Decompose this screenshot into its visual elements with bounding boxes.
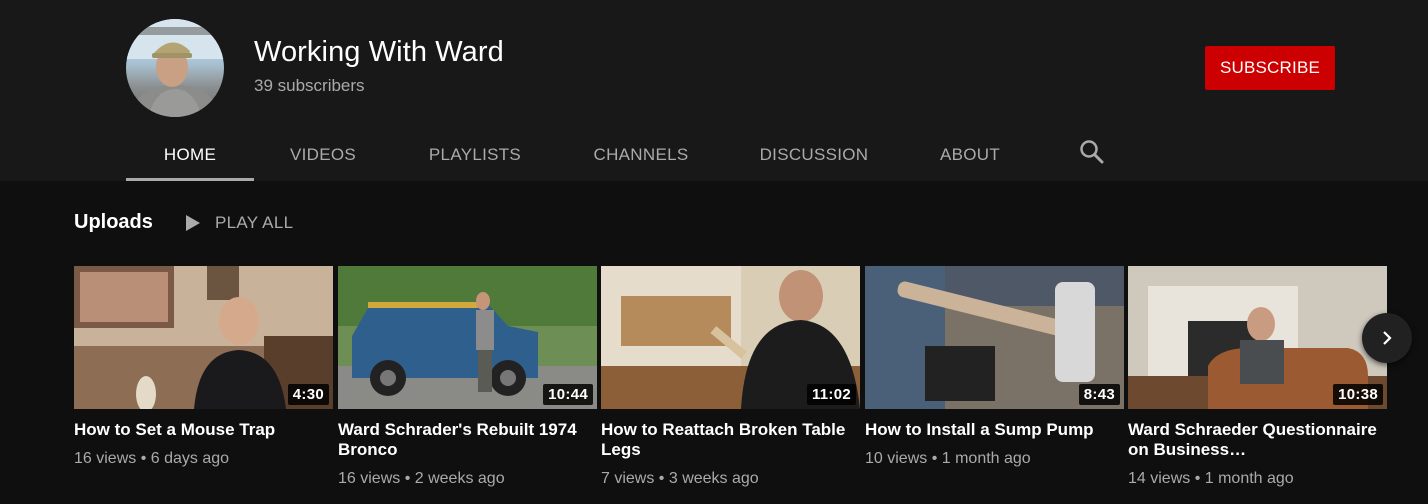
video-thumbnail[interactable]: 10:38 [1128,266,1387,409]
subscriber-count: 39 subscribers [254,76,365,95]
play-icon [186,215,200,231]
video-duration: 4:30 [287,384,329,405]
chevron-right-icon [1383,331,1392,345]
video-views: 16 views [338,470,401,487]
video-title[interactable]: Ward Schraeder Questionnaire on Business… [1128,420,1378,460]
video-age: 1 month ago [941,450,1031,467]
video-thumbnail[interactable]: 4:30 [74,266,333,409]
video-card[interactable]: 11:02 How to Reattach Broken Table Legs … [601,266,860,488]
video-views: 10 views [865,450,928,467]
subscribe-button[interactable]: SUBSCRIBE [1205,46,1335,90]
video-duration: 11:02 [806,384,856,405]
video-card[interactable]: 10:44 Ward Schrader's Rebuilt 1974 Bronc… [338,266,597,488]
channel-header: Working With Ward 39 subscribers SUBSCRI… [0,0,1428,181]
video-age: 6 days ago [150,450,230,467]
search-icon[interactable] [1078,138,1106,166]
video-views: 16 views [74,450,137,467]
channel-avatar[interactable] [126,19,224,117]
video-age: 3 weeks ago [668,470,759,487]
video-title[interactable]: Ward Schrader's Rebuilt 1974 Bronco [338,420,588,460]
video-meta: 14 views • 1 month ago [1128,470,1294,487]
next-arrow-button[interactable] [1362,313,1412,363]
section-title-uploads: Uploads [74,211,153,233]
video-duration: 8:43 [1078,384,1120,405]
video-duration: 10:38 [1333,384,1383,405]
video-card[interactable]: 10:38 Ward Schraeder Questionnaire on Bu… [1128,266,1387,488]
video-card[interactable]: 8:43 How to Install a Sump Pump 10 views… [865,266,1124,468]
video-age: 2 weeks ago [414,470,505,487]
video-meta: 10 views • 1 month ago [865,450,1031,467]
play-all-label: PLAY ALL [215,213,294,232]
tab-about[interactable]: ABOUT [932,128,1008,181]
video-age: 1 month ago [1204,470,1294,487]
video-meta: 7 views • 3 weeks ago [601,470,759,487]
tab-discussion[interactable]: DISCUSSION [754,128,874,181]
tab-home[interactable]: HOME [126,128,254,181]
video-title[interactable]: How to Set a Mouse Trap [74,420,324,440]
video-views: 14 views [1128,470,1191,487]
video-card[interactable]: 4:30 How to Set a Mouse Trap 16 views • … [74,266,333,468]
video-title[interactable]: How to Install a Sump Pump [865,420,1115,440]
video-thumbnail[interactable]: 11:02 [601,266,860,409]
video-thumbnail[interactable]: 8:43 [865,266,1124,409]
channel-name: Working With Ward [254,36,504,68]
play-all-button[interactable]: PLAY ALL [183,210,293,236]
video-meta: 16 views • 6 days ago [74,450,230,467]
video-meta: 16 views • 2 weeks ago [338,470,505,487]
tab-playlists[interactable]: PLAYLISTS [422,128,528,181]
video-duration: 10:44 [543,384,593,405]
channel-tabs: HOME VIDEOS PLAYLISTS CHANNELS DISCUSSIO… [0,128,1428,181]
tab-channels[interactable]: CHANNELS [586,128,696,181]
tab-videos[interactable]: VIDEOS [283,128,363,181]
video-thumbnail[interactable]: 10:44 [338,266,597,409]
video-views: 7 views [601,470,655,487]
video-title[interactable]: How to Reattach Broken Table Legs [601,420,851,460]
